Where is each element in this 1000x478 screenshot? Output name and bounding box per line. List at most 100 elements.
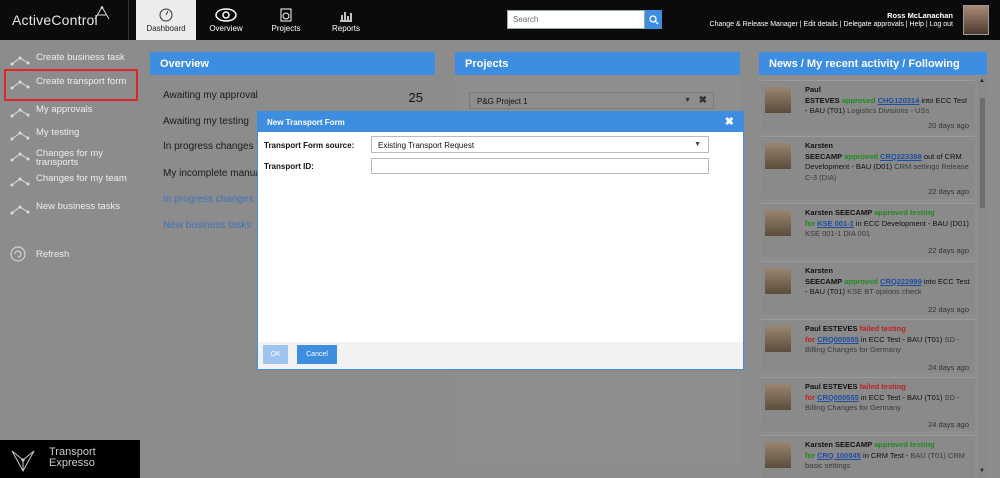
list-item: Paul ESTEVES approved CHG120314 into ECC…	[761, 80, 975, 132]
reports-icon	[340, 12, 352, 22]
cancel-button[interactable]: Cancel	[297, 345, 337, 364]
news-pre: for	[805, 218, 818, 228]
nav-reports[interactable]: Reports	[316, 0, 376, 40]
avatar	[765, 143, 791, 169]
avatar	[765, 268, 791, 294]
avatar	[765, 326, 791, 352]
nav-dashboard[interactable]: Dashboard	[136, 0, 196, 40]
sidebar-item-create-transport-form[interactable]: Create transport form	[10, 77, 136, 90]
project-select-value: P&G Project 1	[477, 97, 528, 106]
scroll-up-icon[interactable]: ▲	[979, 78, 985, 84]
sidebar-item-create-business-task[interactable]: Create business task	[10, 53, 136, 66]
nav-reports-label: Reports	[331, 24, 360, 33]
close-icon[interactable]: ✖	[725, 115, 734, 128]
news-timestamp: 24 days ago	[928, 363, 969, 372]
list-item: Paul ESTEVES failed testing for CRQ00055…	[761, 319, 975, 373]
overview-row-new-business-tasks[interactable]: New business tasks	[163, 220, 251, 231]
source-value: Existing Transport Request	[378, 141, 475, 150]
news-ref-link[interactable]: CRQ 100045	[817, 451, 861, 460]
sidebar-item-changes-for-my-team[interactable]: Changes for my team	[10, 174, 136, 187]
news-detail: KSE 001-1 DIA 001	[805, 229, 871, 238]
sidebar-item-new-business-tasks[interactable]: New business tasks	[10, 202, 136, 215]
news-ref-link[interactable]: KSE 001-1	[817, 219, 854, 228]
news-panel: News / My recent activity / Following Pa…	[759, 52, 987, 478]
news-action: approved	[844, 151, 878, 161]
sidebar-item-label: My approvals	[36, 104, 93, 115]
news-ref-link[interactable]: CRQ223388	[880, 152, 922, 161]
transport-form-source-select[interactable]: Existing Transport Request ▼	[371, 136, 709, 153]
sidebar-item-label: My testing	[36, 127, 80, 138]
news-user: Paul	[805, 85, 821, 94]
close-icon[interactable]: ✖	[699, 95, 707, 106]
node-icon	[10, 152, 30, 162]
avatar[interactable]	[963, 5, 989, 35]
news-rest: in CRM Test -	[860, 450, 909, 460]
news-timestamp: 22 days ago	[928, 246, 969, 255]
eye-icon	[215, 8, 237, 22]
sidebar-item-my-testing[interactable]: My testing	[10, 128, 136, 141]
list-item: Paul ESTEVES failed testing for CRQ00055…	[761, 377, 975, 431]
news-action: approved	[844, 276, 878, 286]
search-icon	[648, 14, 658, 24]
new-transport-form-dialog: New Transport Form ✖ Transport Form sour…	[257, 111, 744, 370]
avatar	[765, 210, 791, 236]
overview-row-in-progress[interactable]: In progress changes fo	[163, 141, 265, 152]
news-ref-link[interactable]: CRQ000555	[817, 393, 859, 402]
news-action: approved testing	[874, 440, 935, 449]
product-name: Transport Expresso	[49, 447, 96, 469]
news-pre: for	[805, 334, 818, 344]
scroll-down-icon[interactable]: ▼	[979, 468, 985, 474]
sidebar-item-changes-for-my-transports[interactable]: Changes for my transports	[10, 149, 136, 167]
node-icon	[10, 80, 30, 90]
news-detail: KSE BT options check	[847, 287, 922, 296]
news-scrollbar[interactable]: ▲ ▼	[978, 76, 987, 478]
news-ref-link[interactable]: CRQ222999	[880, 277, 922, 286]
project-select[interactable]: P&G Project 1 ▼ ✖	[469, 92, 714, 109]
news-user: Paul ESTEVES	[805, 324, 858, 333]
news-detail: Logistics Divisions - USs	[847, 106, 930, 115]
news-timestamp: 22 days ago	[928, 187, 969, 196]
nav-overview[interactable]: Overview	[196, 0, 256, 40]
nav-projects[interactable]: Projects	[256, 0, 316, 40]
search-button[interactable]	[645, 10, 662, 29]
news-pre: for	[805, 392, 818, 402]
news-text: Paul ESTEVES failed testing for CRQ00055…	[805, 382, 970, 414]
overview-row-incomplete-manual[interactable]: My incomplete manual	[163, 168, 263, 179]
news-user: Karsten	[805, 141, 833, 150]
overview-title: Overview	[150, 52, 435, 75]
news-rest: in ECC Test - BAU (T01)	[858, 334, 943, 344]
news-ref-link[interactable]: CHG120314	[878, 96, 920, 105]
search-input[interactable]: Search	[507, 10, 645, 29]
sidebar-item-my-approvals[interactable]: My approvals	[10, 105, 136, 118]
news-action: approved testing	[874, 208, 935, 217]
news-timestamp: 22 days ago	[928, 305, 969, 314]
refresh-label: Refresh	[36, 248, 70, 260]
chevron-down-icon[interactable]: ▼	[684, 97, 691, 104]
news-timestamp: 20 days ago	[928, 121, 969, 130]
overview-row-awaiting-testing[interactable]: Awaiting my testing	[163, 116, 249, 127]
brand-logo[interactable]: ActiveControl	[12, 12, 98, 28]
transport-id-label: Transport ID:	[264, 162, 314, 171]
user-links[interactable]: Change & Release Manager | Edit details …	[710, 21, 953, 28]
projects-title: Projects	[455, 52, 740, 75]
overview-row-awaiting-approval[interactable]: Awaiting my approval	[163, 90, 258, 101]
transport-id-input[interactable]	[371, 158, 709, 174]
list-item: Karsten SEECAMP approved CRQ223388 out o…	[761, 136, 975, 199]
nav-overview-label: Overview	[209, 24, 243, 33]
refresh-button[interactable]: Refresh	[10, 246, 69, 262]
node-icon	[10, 131, 30, 141]
main-nav: Dashboard Overview Projects Reports	[136, 0, 376, 40]
news-text: Paul ESTEVES approved CHG120314 into ECC…	[805, 85, 970, 117]
news-action: failed testing	[859, 382, 906, 391]
overview-row-in-progress-link[interactable]: In progress changes fo	[163, 194, 265, 205]
news-ref-link[interactable]: CRQ000555	[817, 335, 859, 344]
news-user-last: SEECAMP	[805, 276, 843, 286]
ok-button[interactable]: OK	[263, 345, 288, 364]
avatar	[765, 442, 791, 468]
list-item: Karsten SEECAMP approved testing for CRQ…	[761, 435, 975, 478]
news-user: Karsten SEECAMP	[805, 208, 873, 217]
news-action: failed testing	[859, 324, 906, 333]
dialog-header: New Transport Form ✖	[258, 112, 743, 132]
news-title: News / My recent activity / Following	[759, 52, 987, 75]
scroll-thumb[interactable]	[980, 98, 985, 208]
